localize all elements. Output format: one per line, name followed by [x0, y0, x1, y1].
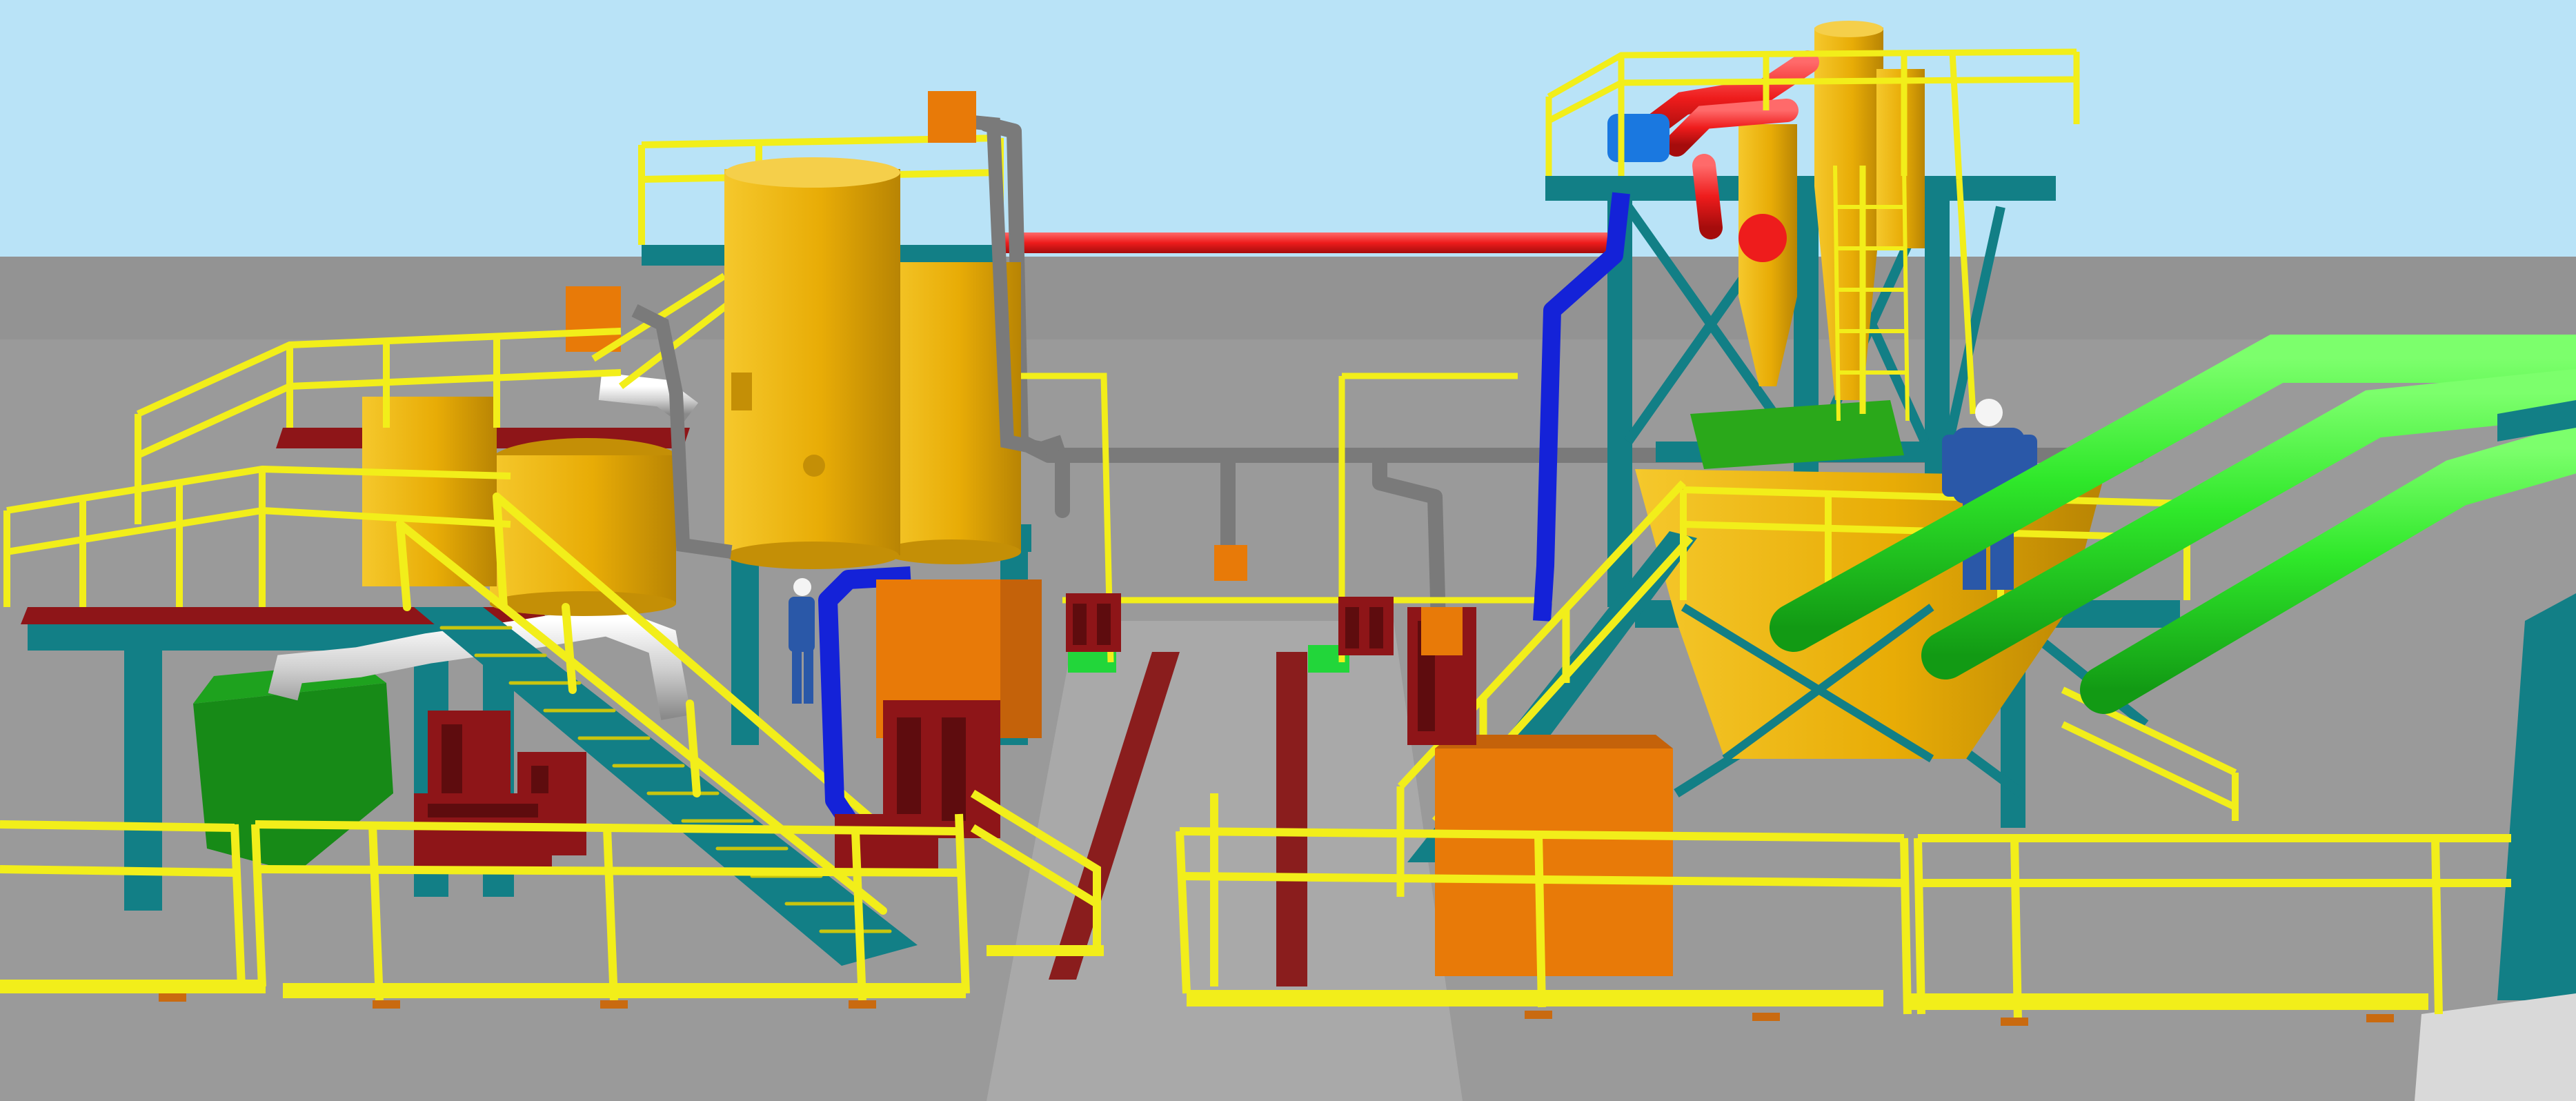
floor-drain-right [1276, 652, 1307, 986]
red-overhead-pipe [993, 232, 1628, 253]
pump-right-centre [1407, 607, 1476, 745]
red-valve [1738, 214, 1787, 262]
orange-control-box-small [566, 286, 621, 352]
mid-tank-panel [362, 397, 497, 586]
plant-3d-render [0, 0, 2576, 1101]
sky [0, 0, 2576, 257]
mid-process-tank [490, 455, 676, 604]
orange-control-cabinet [1435, 735, 1673, 976]
floor-far-band [0, 257, 2576, 339]
pump-centre-right [1338, 597, 1394, 655]
blue-fan-housing [1607, 114, 1670, 162]
small-orange-junction-box [1214, 545, 1247, 581]
pump-centre-left [1066, 593, 1121, 652]
orange-box-top [928, 91, 976, 143]
